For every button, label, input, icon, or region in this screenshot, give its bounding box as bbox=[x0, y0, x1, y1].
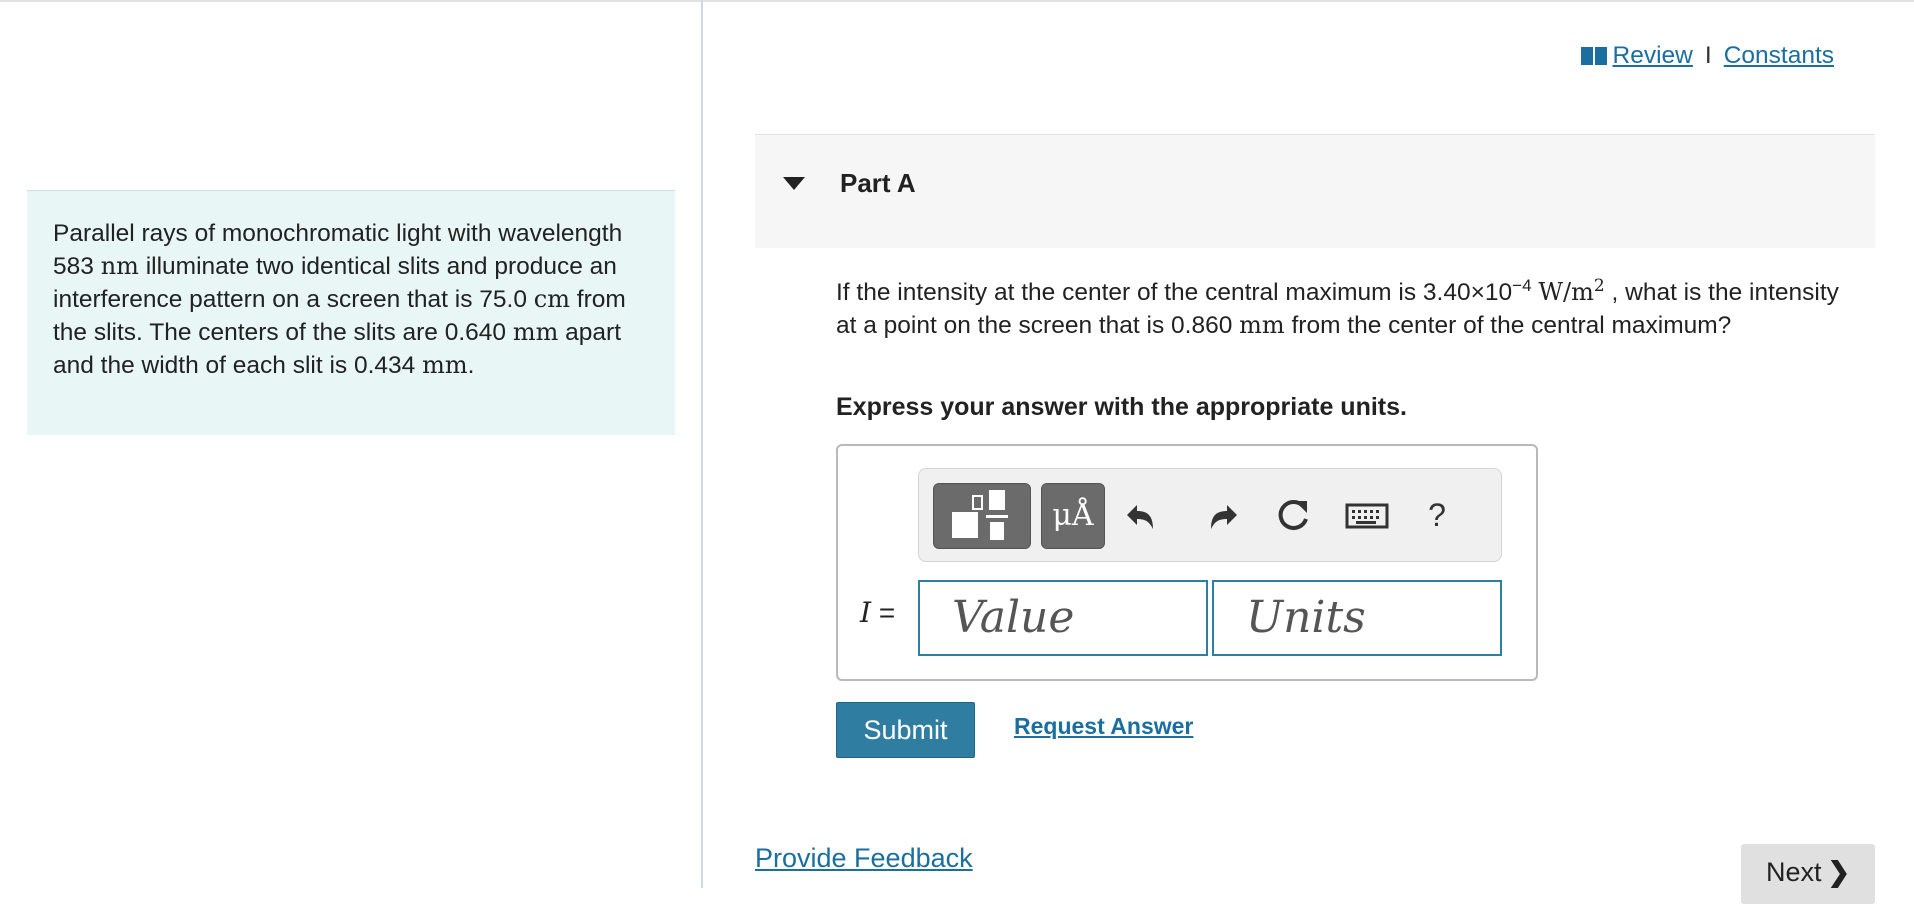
units-button[interactable]: μÅ bbox=[1041, 483, 1105, 549]
exponent: −4 bbox=[1512, 276, 1532, 295]
submit-button[interactable]: Submit bbox=[836, 702, 975, 758]
reset-icon[interactable] bbox=[1271, 491, 1315, 552]
book-icon bbox=[1580, 47, 1607, 65]
next-button[interactable]: Next ❯ bbox=[1741, 844, 1875, 904]
question-text: If the intensity at the center of the ce… bbox=[836, 270, 1846, 342]
part-header[interactable]: Part A bbox=[755, 134, 1875, 248]
equals-sign: = bbox=[878, 597, 896, 628]
intro-unit: nm bbox=[100, 252, 139, 280]
units-input[interactable]: Units bbox=[1212, 580, 1502, 656]
review-link[interactable]: Review bbox=[1613, 42, 1693, 70]
part-title: Part A bbox=[840, 168, 916, 198]
question-part: from the center of the central maximum? bbox=[1284, 312, 1732, 340]
provide-feedback-link[interactable]: Provide Feedback bbox=[755, 843, 973, 874]
fraction-template-icon bbox=[952, 490, 1008, 540]
top-rule bbox=[0, 0, 1914, 2]
variable-symbol: I bbox=[860, 596, 872, 629]
math-toolbar: μÅ ? bbox=[918, 468, 1502, 562]
collapse-triangle-icon[interactable] bbox=[783, 177, 805, 190]
answer-box: μÅ ? I = Value Units bbox=[836, 444, 1538, 681]
unit-text: mm bbox=[1239, 311, 1285, 340]
problem-statement: Parallel rays of monochromatic light wit… bbox=[27, 190, 675, 435]
resource-links: Review I Constants bbox=[1580, 42, 1834, 70]
undo-icon[interactable] bbox=[1123, 491, 1167, 552]
question-part: If the intensity at the center of the ce… bbox=[836, 279, 1513, 307]
redo-icon[interactable] bbox=[1197, 491, 1241, 552]
unit-text: W/m bbox=[1538, 278, 1594, 307]
chevron-right-icon: ❯ bbox=[1827, 857, 1851, 887]
value-input[interactable]: Value bbox=[918, 580, 1208, 656]
intro-unit: mm bbox=[512, 318, 559, 346]
intro-unit: mm bbox=[422, 351, 468, 379]
intro-text: . bbox=[467, 352, 475, 379]
answer-variable-label: I = bbox=[860, 596, 895, 629]
constants-link[interactable]: Constants bbox=[1724, 42, 1834, 70]
request-answer-link[interactable]: Request Answer bbox=[1014, 713, 1193, 740]
answer-instructions: Express your answer with the appropriate… bbox=[836, 393, 1407, 421]
next-label: Next bbox=[1766, 857, 1822, 887]
link-separator: I bbox=[1704, 42, 1712, 69]
keyboard-icon[interactable] bbox=[1341, 491, 1393, 552]
help-button[interactable]: ? bbox=[1415, 491, 1459, 539]
unit-exponent: 2 bbox=[1593, 276, 1605, 296]
templates-button[interactable] bbox=[933, 483, 1031, 549]
intro-unit: cm bbox=[533, 285, 570, 313]
pane-divider bbox=[701, 0, 703, 888]
